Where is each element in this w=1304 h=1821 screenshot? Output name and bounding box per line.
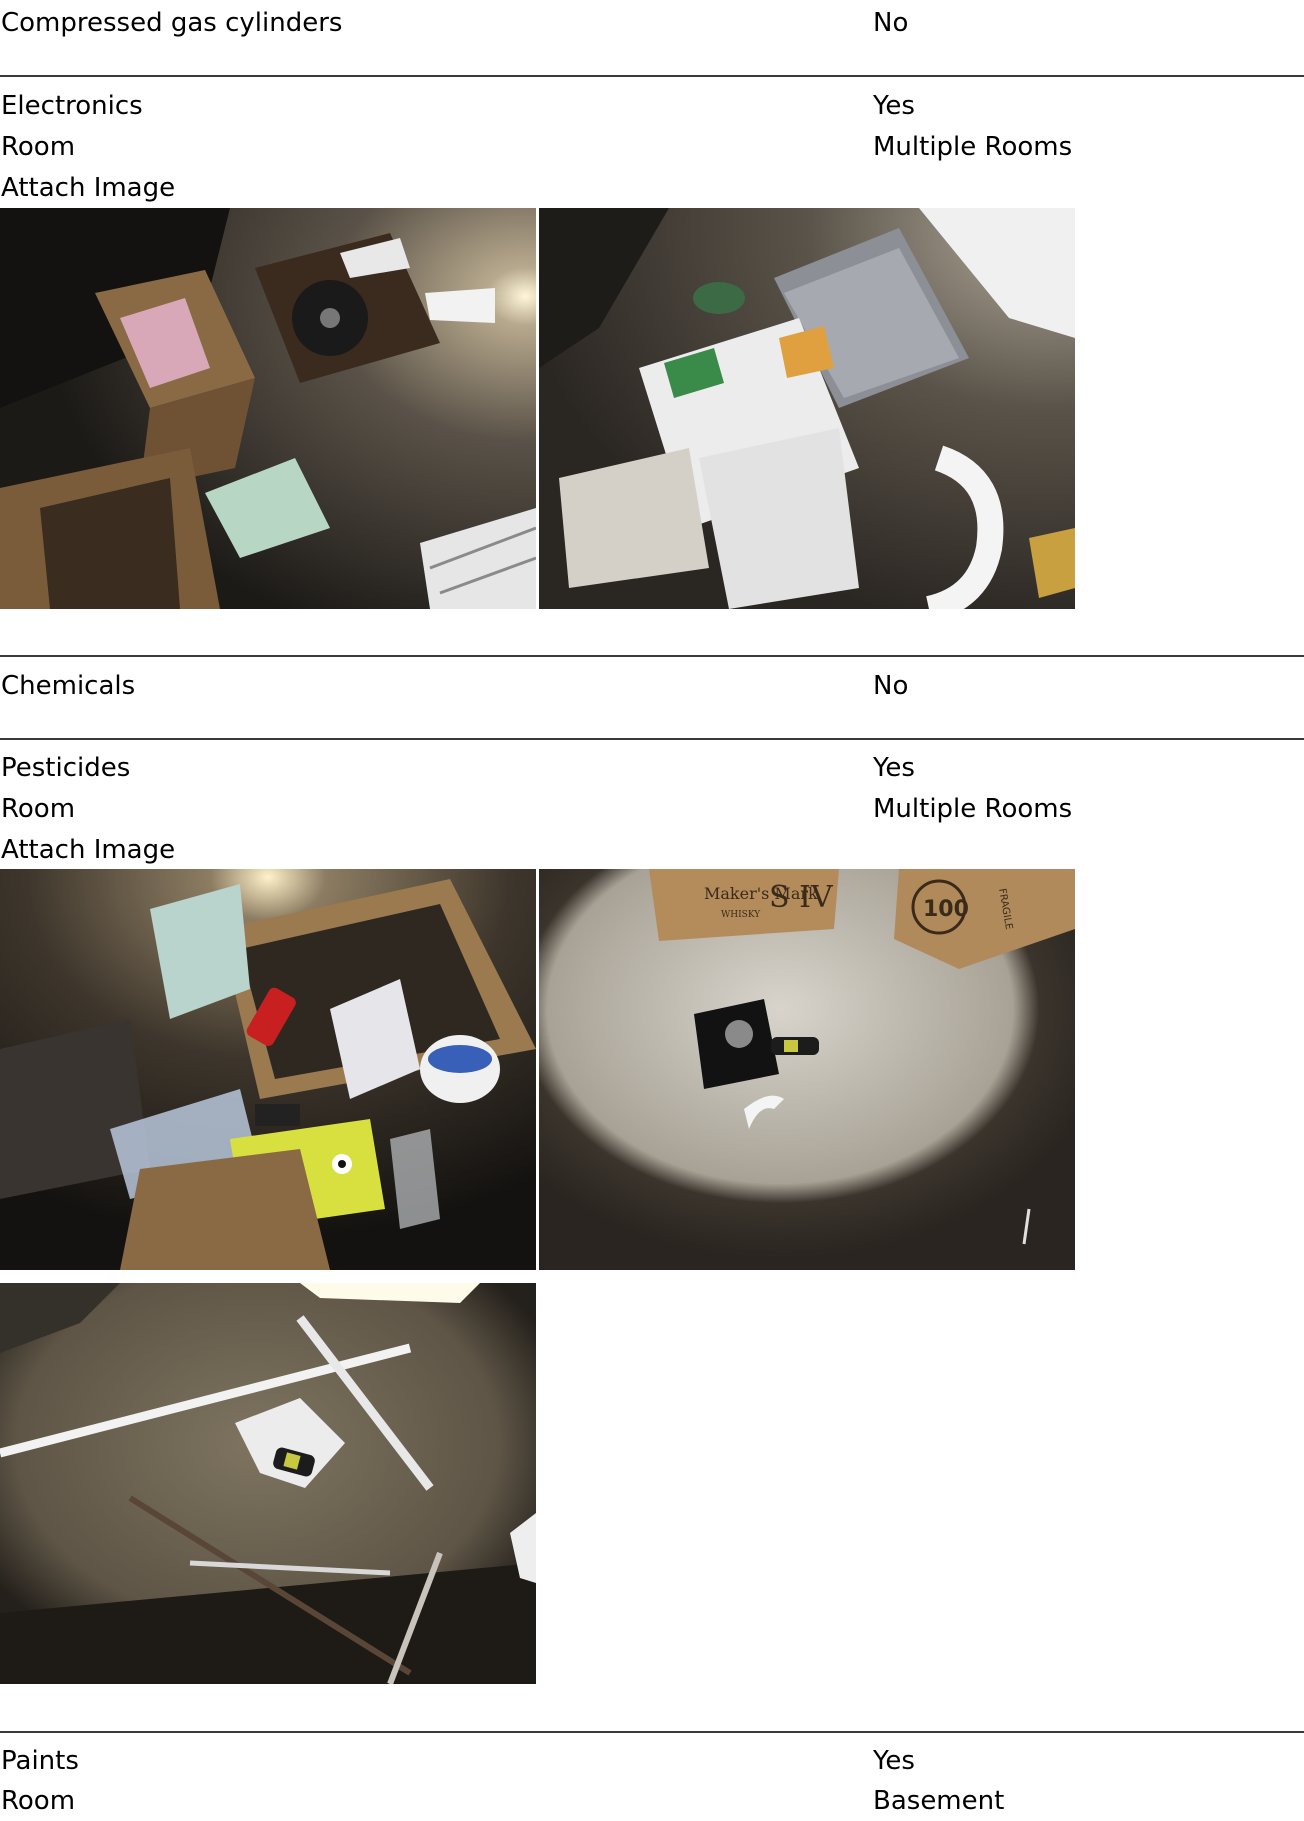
field-label: Attach Image: [1, 835, 176, 865]
row-pesticides-room: Room Multiple Rooms: [0, 789, 1304, 829]
field-value: Multiple Rooms: [873, 794, 1073, 824]
inspection-report-page: { "sections": [ { "label": "Compressed g…: [0, 0, 1304, 1818]
section-divider: [0, 1731, 1304, 1733]
field-label: Paints: [1, 1746, 79, 1776]
attached-photo-pesticides-1[interactable]: [0, 869, 536, 1270]
field-value: No: [873, 671, 909, 701]
section-divider: [0, 738, 1304, 740]
field-label: Compressed gas cylinders: [1, 8, 343, 38]
field-value: No: [873, 8, 909, 38]
field-value: Yes: [873, 91, 915, 121]
box-mark-text: S IV: [769, 880, 834, 915]
photo-dvd-player-papers: [539, 208, 1075, 609]
row-pesticides: Pesticides Yes: [0, 748, 1304, 788]
photo-record-player-boxes: [0, 208, 536, 609]
field-value: Yes: [873, 1746, 915, 1776]
row-electronics-room: Room Multiple Rooms: [0, 127, 1304, 167]
field-value: Basement: [873, 1786, 1005, 1816]
row-electronics: Electronics Yes: [0, 86, 1304, 126]
field-value: Yes: [873, 753, 915, 783]
field-label: Room: [1, 1786, 76, 1816]
field-value: Multiple Rooms: [873, 132, 1073, 162]
row-compressed-gas-cylinders: Compressed gas cylinders No: [0, 3, 1304, 43]
box-badge-text: 100: [923, 897, 969, 922]
row-pesticides-attach-image: Attach Image: [0, 830, 1304, 870]
section-divider: [0, 75, 1304, 77]
attached-photo-electronics-2[interactable]: [539, 208, 1075, 609]
photo-spotlit-floor-boxes: Maker's Mark WHISKY S IV 100 FRAGILE: [539, 869, 1075, 1270]
field-label: Attach Image: [1, 173, 176, 203]
photo-floor-debris-can: [0, 1283, 536, 1684]
row-chemicals: Chemicals No: [0, 666, 1304, 706]
attached-photo-pesticides-2[interactable]: Maker's Mark WHISKY S IV 100 FRAGILE: [539, 869, 1075, 1270]
photo-cluttered-box-cans: [0, 869, 536, 1270]
field-label: Chemicals: [1, 671, 136, 701]
row-paints: Paints Yes: [0, 1741, 1304, 1781]
field-label: Pesticides: [1, 753, 131, 783]
attached-photo-pesticides-3[interactable]: [0, 1283, 536, 1684]
field-label: Room: [1, 132, 76, 162]
field-label: Room: [1, 794, 76, 824]
box-brand-subtext: WHISKY: [721, 910, 761, 920]
row-paints-room: Room Basement: [0, 1781, 1304, 1821]
attached-photo-electronics-1[interactable]: [0, 208, 536, 609]
row-electronics-attach-image: Attach Image: [0, 168, 1304, 208]
section-divider: [0, 655, 1304, 657]
field-label: Electronics: [1, 91, 143, 121]
